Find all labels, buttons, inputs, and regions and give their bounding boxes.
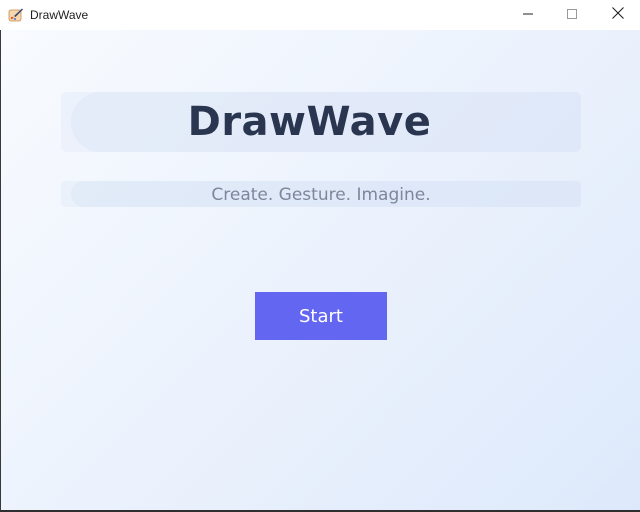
start-button[interactable]: Start [255, 292, 387, 340]
window-title: DrawWave [30, 8, 89, 22]
minimize-icon [523, 6, 533, 24]
maximize-icon [567, 6, 577, 24]
paint-brush-icon [8, 7, 24, 23]
close-icon [612, 6, 624, 24]
app-window: DrawWave DrawWave Create. Gesture. Imagi… [0, 0, 640, 512]
main-content: DrawWave Create. Gesture. Imagine. Start [1, 30, 640, 510]
title-bar[interactable]: DrawWave [0, 0, 640, 30]
app-heading: DrawWave [187, 99, 432, 145]
minimize-button[interactable] [505, 0, 551, 30]
maximize-button[interactable] [549, 0, 595, 30]
tagline: Create. Gesture. Imagine. [211, 185, 431, 205]
close-button[interactable] [595, 0, 640, 30]
